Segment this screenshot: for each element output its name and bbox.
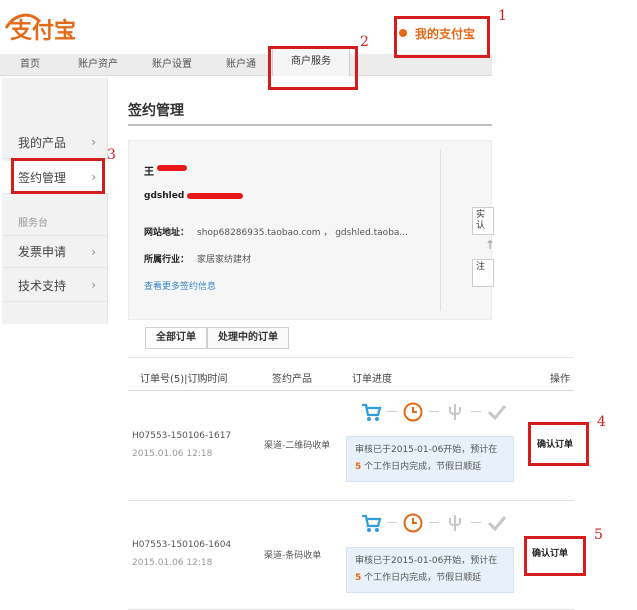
- header-order-time: 订单号(5)|订购时间: [140, 374, 228, 385]
- chevron-right-icon: ›: [91, 278, 96, 292]
- annotation-number-5: 5: [594, 527, 603, 543]
- chevron-right-icon: ›: [91, 135, 96, 149]
- annotation-number-3: 3: [107, 147, 116, 163]
- checkmark-icon: [487, 516, 507, 532]
- annotation-box-2: [268, 46, 358, 90]
- order-date: 2015.01.06 12:18: [132, 449, 213, 459]
- logo-text: 支付宝: [10, 18, 76, 44]
- orders-table: 订单号(5)|订购时间 签约产品 订单进度 操作 H07553-150106-1…: [128, 362, 574, 610]
- header-product: 签约产品: [272, 374, 312, 385]
- website-value: shop68286935.taobao.com ， gdshled.taoba.…: [197, 228, 409, 238]
- clock-icon: [403, 402, 423, 422]
- header-progress: 订单进度: [352, 374, 392, 385]
- sidebar: 我的产品 › 签约管理 › 服务台 发票申请 › 技术支持 ›: [2, 78, 108, 324]
- annotation-number-1: 1: [498, 8, 507, 24]
- website-label: 网站地址：: [144, 228, 190, 238]
- header-action: 操作: [550, 374, 570, 385]
- redaction-mark: [187, 193, 243, 199]
- tab-processing-orders[interactable]: 处理中的订单: [207, 327, 289, 349]
- order-number: H07553-150106-1617: [132, 431, 232, 441]
- nav-account-assets[interactable]: 账户资产: [78, 54, 118, 76]
- order-tabs: 全部订单 处理中的订单: [128, 320, 574, 358]
- annotation-box-3: [11, 158, 105, 194]
- chevron-right-icon: ›: [91, 245, 96, 259]
- arrow-up-icon: ↑: [485, 238, 496, 252]
- annotation-number-4: 4: [597, 414, 606, 430]
- merchant-email: gdshled: [144, 191, 185, 201]
- nav-account-link[interactable]: 账户通: [226, 54, 256, 76]
- sidebar-item-label: 发票申请: [18, 245, 67, 259]
- progress-dash: [387, 522, 397, 523]
- verify-button[interactable]: 实 认: [472, 207, 494, 235]
- order-progress: [360, 512, 512, 534]
- industry-value: 家居家纺建材: [197, 255, 252, 265]
- clock-icon: [403, 513, 423, 533]
- alipay-logo[interactable]: 支付宝: [2, 8, 92, 44]
- order-date: 2015.01.06 12:18: [132, 558, 213, 568]
- progress-message-line1: 审核已于2015-01-06开始，预计在: [355, 445, 498, 455]
- page-title: 签约管理: [128, 103, 184, 119]
- progress-dash: [429, 411, 439, 412]
- sidebar-item-label: 我的产品: [18, 135, 67, 150]
- nav-home[interactable]: 首页: [20, 54, 40, 76]
- progress-days: 5: [355, 573, 362, 583]
- annotation-box-5: [524, 536, 586, 576]
- alipay-logo-icon: 支付宝: [4, 13, 76, 44]
- progress-message: 审核已于2015-01-06开始，预计在 5 个工作日内完成，节假日顺延: [346, 436, 514, 482]
- annotation-box-4: [528, 422, 589, 466]
- sidebar-item-tech-support[interactable]: 技术支持 ›: [2, 269, 108, 302]
- progress-dash: [429, 522, 439, 523]
- progress-message-line2: 个工作日内完成，节假日顺延: [364, 462, 482, 472]
- register-button[interactable]: 注: [472, 259, 494, 287]
- progress-dash: [471, 411, 481, 412]
- merchant-info-panel: 王 gdshled 网站地址： shop68286935.taobao.com …: [128, 140, 496, 320]
- progress-message: 审核已于2015-01-06开始，预计在 5 个工作日内完成，节假日顺延: [346, 547, 514, 593]
- nav-account-settings[interactable]: 账户设置: [152, 54, 192, 76]
- title-divider: [128, 124, 492, 126]
- sidebar-item-invoice[interactable]: 发票申请 ›: [2, 235, 108, 268]
- tab-all-orders[interactable]: 全部订单: [145, 327, 207, 349]
- annotation-box-1: [394, 16, 490, 58]
- checkmark-icon: [487, 405, 507, 421]
- order-number: H07553-150106-1604: [132, 540, 232, 550]
- vertical-divider: [440, 149, 441, 311]
- sidebar-item-label: 技术支持: [18, 278, 67, 293]
- usb-plug-icon: [449, 404, 461, 420]
- usb-plug-icon: [449, 515, 461, 531]
- table-row: H07553-150106-1617 2015.01.06 12:18 渠道-二…: [128, 391, 574, 501]
- order-product: 渠道-二维码收单: [264, 441, 331, 451]
- progress-message-line1: 审核已于2015-01-06开始，预计在: [355, 556, 498, 566]
- progress-dash: [471, 522, 481, 523]
- industry-label: 所属行业：: [144, 255, 190, 265]
- annotation-number-2: 2: [360, 34, 369, 50]
- table-row: H07553-150106-1604 2015.01.06 12:18 渠道-条…: [128, 500, 574, 610]
- sidebar-item-my-products[interactable]: 我的产品 ›: [2, 126, 108, 159]
- redaction-mark: [157, 165, 187, 171]
- more-contract-info-link[interactable]: 查看更多签约信息: [144, 279, 216, 292]
- order-progress: [360, 401, 512, 423]
- progress-message-line2: 个工作日内完成，节假日顺延: [364, 573, 482, 583]
- order-product: 渠道-条码收单: [264, 551, 322, 561]
- progress-days: 5: [355, 462, 362, 472]
- merchant-name: 王: [144, 167, 154, 178]
- cart-icon: [362, 403, 382, 421]
- sidebar-caption-service-desk: 服务台: [18, 218, 48, 229]
- cart-icon: [362, 514, 382, 532]
- progress-dash: [387, 411, 397, 412]
